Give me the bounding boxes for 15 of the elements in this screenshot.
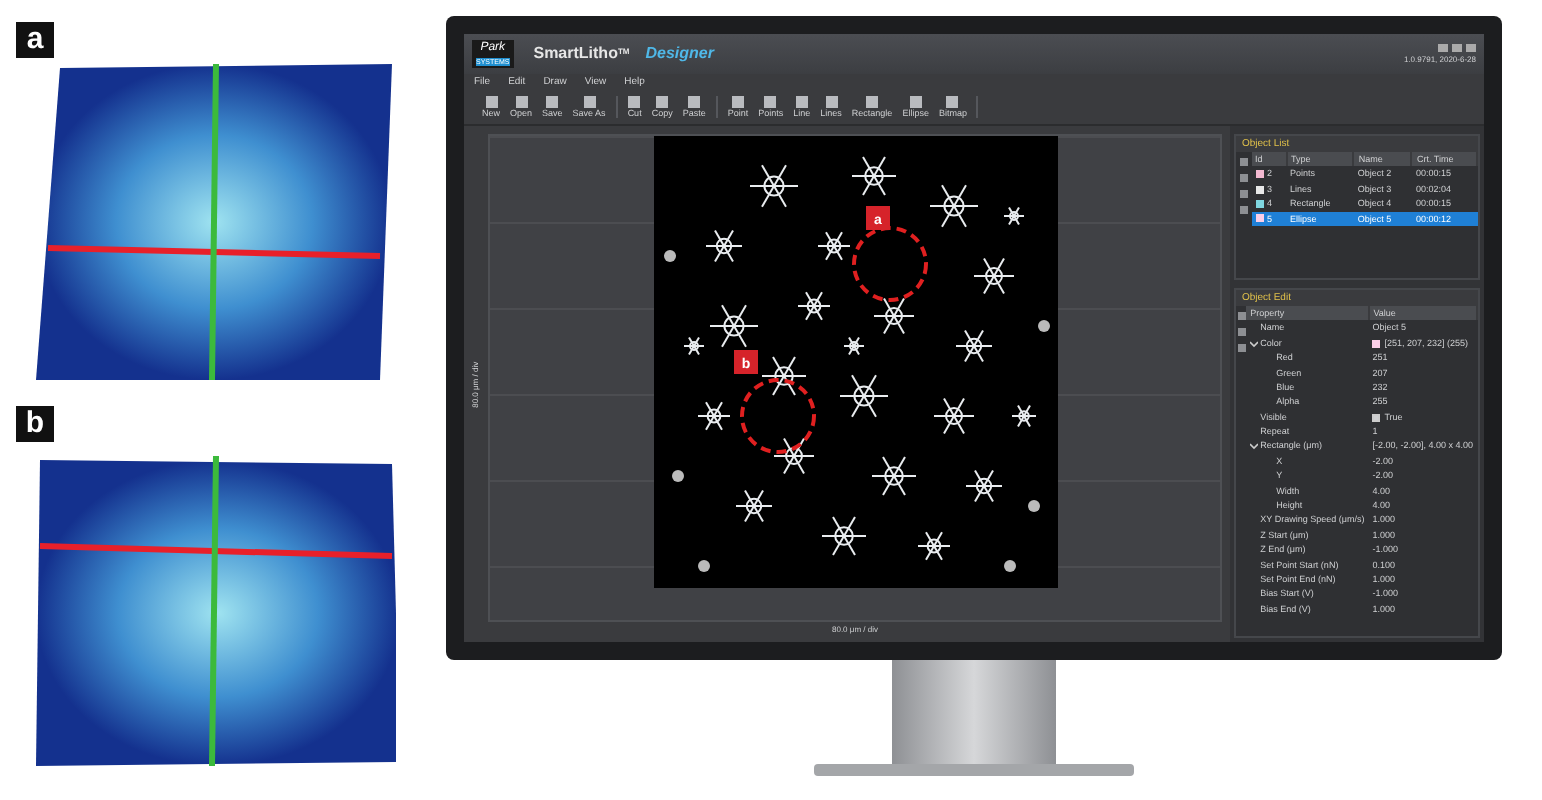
app-subtitle: Designer [645, 44, 714, 64]
dashed-circle [739, 378, 815, 454]
square-icon[interactable] [1239, 206, 1248, 214]
square-icon[interactable] [1237, 327, 1246, 336]
chevron-icon[interactable] [1250, 442, 1259, 451]
square-icon[interactable] [1239, 174, 1248, 182]
chevron-icon[interactable] [1250, 339, 1259, 348]
square-icon[interactable] [1239, 158, 1248, 166]
square-icon[interactable] [1237, 343, 1246, 352]
checkbox[interactable] [1372, 413, 1381, 421]
square-icon[interactable] [1237, 311, 1246, 320]
dashed-circle [851, 226, 927, 302]
panel-label: a [16, 22, 54, 58]
square-icon[interactable] [1239, 190, 1248, 198]
panel-label: b [16, 406, 54, 442]
